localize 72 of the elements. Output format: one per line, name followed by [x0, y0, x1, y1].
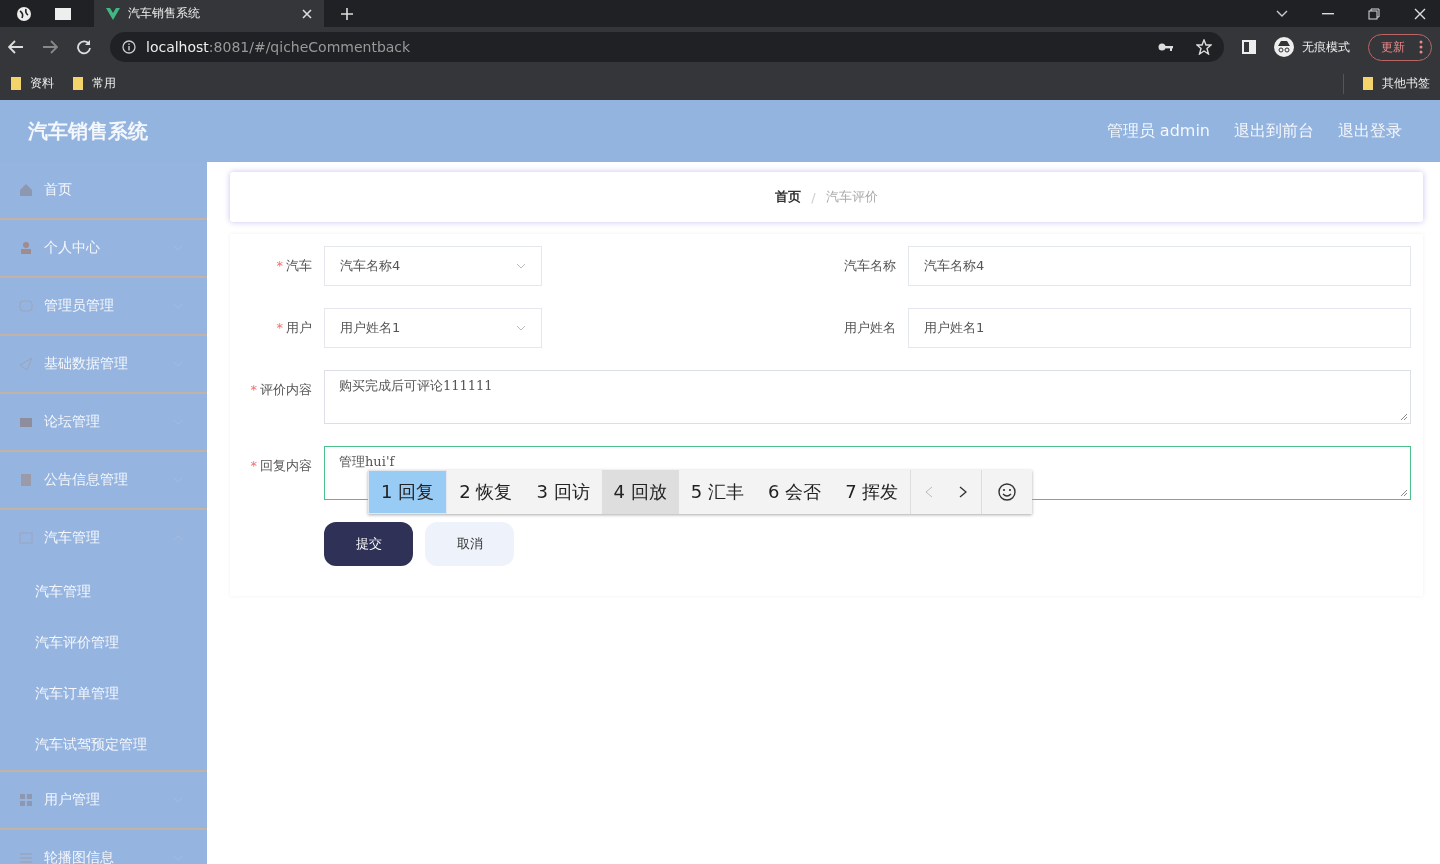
- back-arrow-icon[interactable]: [8, 40, 24, 54]
- folder-icon: [72, 76, 84, 91]
- incognito-button[interactable]: 无痕模式: [1274, 37, 1350, 57]
- close-icon[interactable]: [1414, 7, 1426, 20]
- ime-candidate[interactable]: 1 回复: [368, 470, 448, 514]
- bookmark[interactable]: 资料: [10, 75, 54, 92]
- chevron-down-icon: [516, 263, 526, 269]
- more-vertical-icon: [1419, 40, 1423, 54]
- field-label: 用户: [286, 320, 312, 335]
- window-icon: [54, 6, 72, 21]
- required-mark: *: [276, 320, 283, 335]
- star-icon[interactable]: [1196, 39, 1212, 55]
- resize-grip-icon: [1400, 489, 1408, 497]
- select-field[interactable]: 汽车名称4: [324, 246, 542, 286]
- text-area[interactable]: 购买完成后可评论111111: [324, 370, 1411, 424]
- ime-candidate[interactable]: 3 回访: [524, 470, 602, 514]
- ime-candidate[interactable]: 6 会否: [755, 470, 834, 514]
- app-title: 汽车销售系统: [28, 117, 148, 145]
- menu-icon: [19, 473, 33, 487]
- breadcrumb-item: 汽车评价: [825, 188, 878, 206]
- bookmark[interactable]: 常用: [72, 75, 116, 92]
- input-field[interactable]: 用户姓名1: [908, 308, 1411, 348]
- required-mark: *: [250, 382, 257, 397]
- submit-button[interactable]: 提交: [324, 522, 413, 566]
- field-label: 用户姓名: [844, 320, 896, 335]
- menu-icon: [19, 357, 33, 371]
- v-logo-icon: [106, 7, 120, 20]
- restore-icon[interactable]: [1368, 7, 1380, 20]
- ime-candidate[interactable]: 2 恢复: [447, 470, 525, 514]
- ime-candidate[interactable]: 4 回放: [601, 470, 679, 514]
- tab-title: 汽车销售系统: [128, 5, 201, 22]
- smiley-icon[interactable]: [998, 483, 1017, 501]
- reload-icon[interactable]: [76, 39, 92, 55]
- key-icon[interactable]: [1158, 42, 1174, 52]
- sidebar-panel-icon[interactable]: [1242, 40, 1256, 54]
- breadcrumb-item[interactable]: 首页: [775, 188, 802, 206]
- bookmark[interactable]: 其他书签: [1362, 75, 1430, 92]
- cancel-button[interactable]: 取消: [425, 522, 514, 566]
- info-icon: [122, 40, 136, 54]
- ime-candidate[interactable]: 5 汇丰: [678, 470, 756, 514]
- globe-icon: [16, 5, 32, 22]
- ime-candidate[interactable]: 7 挥发: [833, 470, 911, 514]
- chevron-down-icon[interactable]: [1276, 9, 1288, 18]
- menu-icon: [19, 241, 33, 255]
- input-field[interactable]: 汽车名称4: [908, 246, 1411, 286]
- resize-grip-icon: [1400, 413, 1408, 421]
- url-text: localhost:8081/#/qicheCommentback: [146, 39, 411, 55]
- field-label: 汽车: [286, 258, 312, 273]
- field-label: 评价内容: [260, 382, 312, 397]
- minimize-icon[interactable]: [1322, 12, 1334, 15]
- breadcrumb-separator: /: [811, 189, 816, 205]
- menu-icon: [19, 531, 33, 545]
- incognito-icon: [1274, 37, 1294, 57]
- chevron-right-icon[interactable]: [959, 486, 968, 498]
- field-label: 汽车名称: [844, 258, 896, 273]
- select-field[interactable]: 用户姓名1: [324, 308, 542, 348]
- chevron-down-icon: [516, 325, 526, 331]
- close-icon[interactable]: [302, 8, 312, 19]
- menu-icon: [19, 851, 33, 864]
- menu-icon: [19, 299, 33, 313]
- field-label: 回复内容: [260, 458, 312, 473]
- menu-icon: [19, 183, 33, 197]
- browser-tab[interactable]: 汽车销售系统: [94, 0, 324, 27]
- required-mark: *: [250, 458, 257, 473]
- folder-icon: [1362, 76, 1374, 91]
- forward-arrow-icon[interactable]: [42, 40, 58, 54]
- menu-icon: [19, 793, 33, 807]
- required-mark: *: [276, 258, 283, 273]
- address-bar[interactable]: localhost:8081/#/qicheCommentback: [110, 32, 1224, 62]
- folder-icon: [10, 76, 22, 91]
- plus-icon[interactable]: [340, 6, 354, 21]
- menu-icon: [19, 415, 33, 429]
